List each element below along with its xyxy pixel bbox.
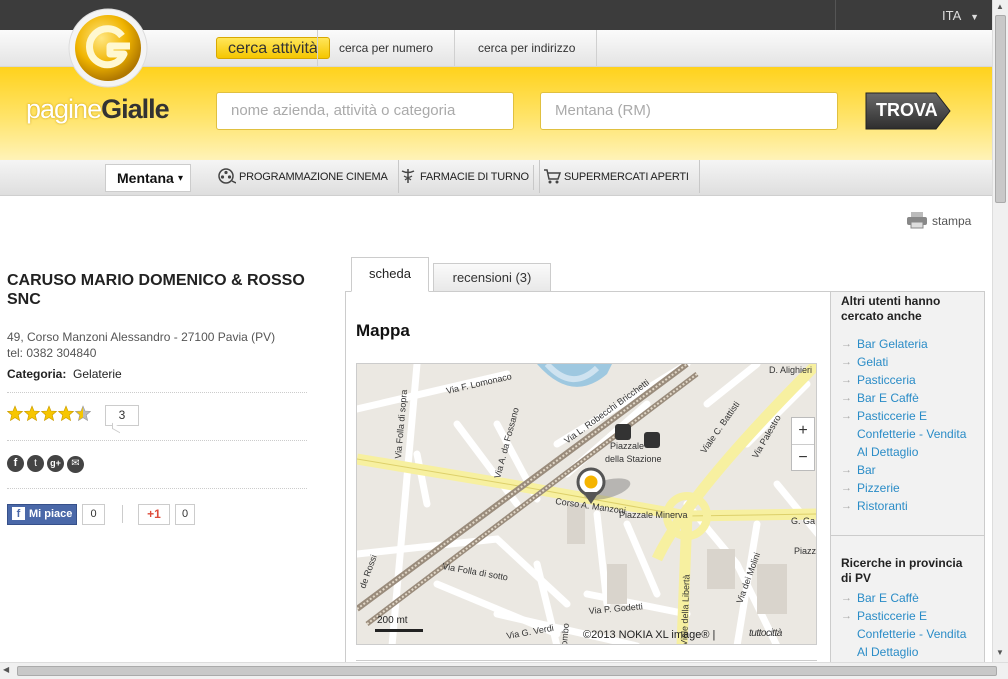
scroll-down-icon[interactable]: ▼: [996, 648, 1004, 657]
print-button[interactable]: stampa: [906, 211, 971, 229]
caduceus-icon: [401, 169, 415, 183]
google-plus-one-button[interactable]: +1: [138, 504, 170, 525]
language-selector[interactable]: ITA ▼: [835, 0, 992, 30]
map[interactable]: Via F. Lomonaco Via L. Robecchi Bricchet…: [356, 363, 817, 645]
category-value[interactable]: Gelaterie: [73, 367, 122, 381]
supermarket-link-label: SUPERMERCATI APERTI: [564, 171, 689, 183]
language-label: ITA: [942, 8, 961, 23]
reviews-count-bubble[interactable]: 3: [105, 405, 139, 426]
related-searches-sidebar: Altri utenti hanno cercato anche Bar Gel…: [830, 291, 985, 671]
map-label: D. Alighieri: [769, 365, 812, 375]
business-category: Categoria: Gelaterie: [7, 367, 122, 381]
map-title: Mappa: [356, 321, 410, 340]
nav-divider: [533, 165, 534, 190]
scroll-left-icon[interactable]: ◀: [3, 665, 9, 674]
what-search-input[interactable]: nome azienda, attività o categoria: [216, 92, 514, 130]
map-canvas: Via F. Lomonaco Via L. Robecchi Bricchet…: [357, 364, 817, 645]
divider: [7, 488, 307, 489]
share-icons: f t g+ ✉: [7, 453, 84, 473]
tab-recensioni[interactable]: recensioni (3): [433, 263, 551, 292]
map-label: G. Ga: [791, 516, 815, 526]
related-link[interactable]: Bar: [841, 461, 974, 479]
film-reel-icon: [218, 168, 237, 184]
divider: [356, 660, 817, 661]
related-link[interactable]: Ristoranti: [841, 497, 974, 515]
pharmacy-link-label: FARMACIE DI TURNO: [420, 171, 529, 183]
related-link[interactable]: Bar E Caffè: [841, 389, 974, 407]
rating-stars[interactable]: [7, 405, 91, 428]
shopping-cart-icon: [544, 169, 562, 184]
map-label: Piazzale Minerva: [619, 510, 688, 520]
tab-cerca-attivita[interactable]: cerca attività: [216, 37, 330, 59]
tab-scheda[interactable]: scheda: [351, 257, 429, 292]
where-search-input[interactable]: Mentana (RM): [540, 92, 838, 130]
related-list: Bar Gelateria Gelati Pasticceria Bar E C…: [831, 324, 984, 515]
zoom-in-button[interactable]: +: [792, 418, 814, 445]
province-list: Bar E Caffè Pasticcerie E Confetterie - …: [831, 586, 984, 661]
scrollbar-thumb[interactable]: [17, 666, 997, 676]
supermarket-link[interactable]: SUPERMERCATI APERTI: [543, 160, 700, 193]
trova-button[interactable]: TROVA: [864, 91, 952, 131]
map-label: Piazz Tribu: [794, 546, 817, 556]
logo-text-gialle: Gialle: [101, 94, 170, 124]
related-title: Altri utenti hanno cercato anche: [841, 294, 941, 323]
city-selector[interactable]: Mentana ▾: [105, 164, 191, 192]
facebook-icon[interactable]: f: [7, 455, 24, 472]
tab-cerca-per-indirizzo[interactable]: cerca per indirizzo: [457, 30, 598, 66]
cinema-link[interactable]: PROGRAMMAZIONE CINEMA: [218, 160, 399, 193]
map-scale-bar: [375, 629, 423, 632]
province-title: Ricerche in provincia di PV: [831, 535, 984, 586]
google-plus-icon[interactable]: g+: [47, 455, 64, 472]
like-label: Mi piace: [29, 508, 73, 520]
vertical-scrollbar[interactable]: ▲ ▼: [992, 0, 1008, 662]
related-link[interactable]: Pizzerie: [841, 479, 974, 497]
map-label: Piazzale: [610, 441, 644, 451]
logo-emblem-icon: [68, 8, 148, 88]
business-name: CARUSO MARIO DOMENICO & ROSSO SNC: [7, 272, 305, 308]
divider: [7, 392, 307, 393]
cinema-link-label: PROGRAMMAZIONE CINEMA: [239, 171, 388, 183]
map-label: ombo: [559, 623, 571, 645]
related-link[interactable]: Pasticcerie E Confetterie - Vendita Al D…: [841, 407, 974, 461]
gplus-count: 0: [175, 504, 195, 525]
scrollbar-thumb[interactable]: [995, 15, 1006, 203]
related-link[interactable]: Gelati: [841, 353, 974, 371]
business-phone[interactable]: tel: 0382 304840: [7, 346, 96, 360]
category-label: Categoria:: [7, 367, 67, 381]
chevron-down-icon: ▼: [970, 12, 980, 22]
printer-icon: [907, 212, 927, 229]
pharmacy-link[interactable]: FARMACIE DI TURNO: [399, 160, 540, 193]
email-icon[interactable]: ✉: [67, 456, 84, 473]
print-label: stampa: [932, 214, 972, 228]
logo-text-pagine: pagine: [26, 94, 102, 124]
like-count: 0: [82, 504, 105, 525]
map-label: della Stazione: [605, 454, 662, 464]
star-rating-icon: [7, 405, 91, 421]
province-link[interactable]: Pasticcerie E Confetterie - Vendita Al D…: [841, 607, 974, 661]
divider: [7, 440, 307, 441]
map-scale-label: 200 mt: [377, 615, 408, 626]
trova-label: TROVA: [876, 100, 938, 120]
zoom-out-button[interactable]: −: [792, 445, 814, 471]
scroll-up-icon[interactable]: ▲: [996, 2, 1004, 11]
facebook-like-button[interactable]: f Mi piace: [7, 504, 77, 525]
twitter-icon[interactable]: t: [27, 455, 44, 472]
related-link[interactable]: Pasticceria: [841, 371, 974, 389]
logo[interactable]: pagineGialle: [26, 8, 191, 133]
tuttocitta-logo: tuttocittà: [749, 628, 782, 639]
map-copyright: ©2013 NOKIA XL image® |: [583, 629, 716, 641]
facebook-icon: f: [12, 507, 25, 520]
horizontal-scrollbar[interactable]: ◀: [0, 662, 1008, 679]
city-label: Mentana: [117, 170, 174, 186]
gplus-label: +1: [147, 507, 161, 521]
divider: [122, 505, 123, 523]
province-link[interactable]: Bar E Caffè: [841, 589, 974, 607]
tab-cerca-per-numero[interactable]: cerca per numero: [317, 30, 456, 66]
related-link[interactable]: Bar Gelateria: [841, 335, 974, 353]
chevron-down-icon: ▾: [178, 173, 184, 184]
business-address: 49, Corso Manzoni Alessandro - 27100 Pav…: [7, 330, 276, 344]
